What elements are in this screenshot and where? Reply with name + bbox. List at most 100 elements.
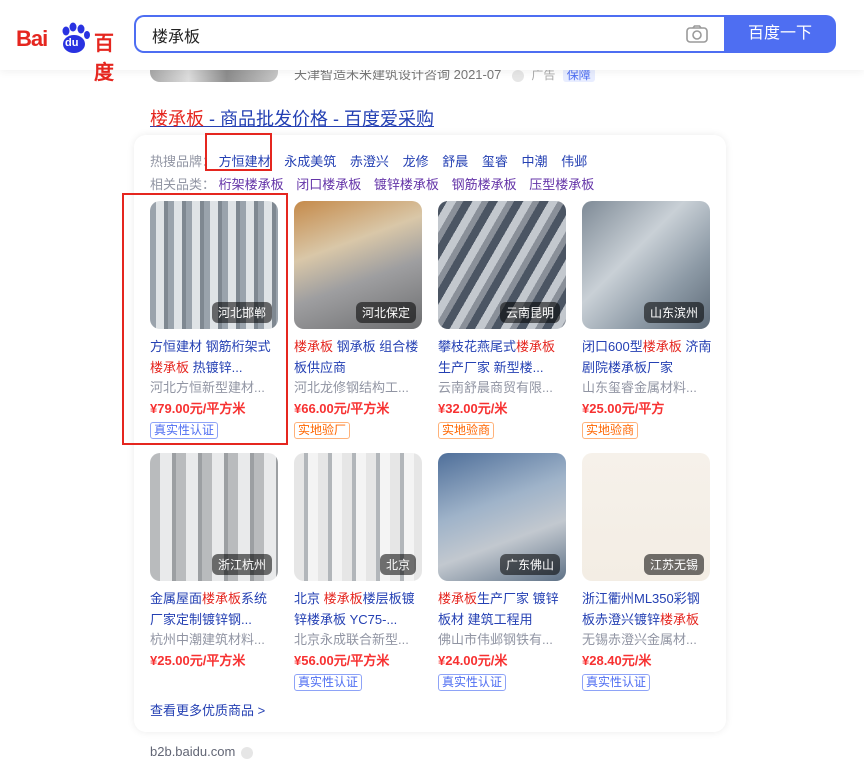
product-name-pre: 攀枝花燕尾式 xyxy=(438,339,517,354)
shop-name[interactable]: 河北龙修钢结构工... xyxy=(294,378,424,398)
source-url-text: b2b.baidu.com xyxy=(150,744,236,759)
certification-badge: 实地验厂 xyxy=(294,422,351,439)
product-tile[interactable]: 广东佛山 楼承板生产厂家 镀锌板材 建筑工程用 佛山市伟邺钢铁有... ¥24.… xyxy=(438,453,568,691)
brand-link[interactable]: 伟邺 xyxy=(561,154,587,169)
product-name[interactable]: 攀枝花燕尾式楼承板 生产厂家 新型楼... xyxy=(438,336,568,378)
location-tag: 河北邯郸 xyxy=(211,302,272,323)
category-link[interactable]: 闭口楼承板 xyxy=(296,177,361,192)
result-title-highlight: 楼承板 xyxy=(150,109,204,129)
product-name-highlight: 楼承板 xyxy=(294,339,334,354)
product-price: ¥25.00元/平方 xyxy=(582,401,665,416)
product-tile[interactable]: 浙江杭州 金属屋面楼承板系统厂家定制镀锌钢... 杭州中潮建筑材料... ¥25… xyxy=(150,453,280,672)
camera-icon[interactable] xyxy=(686,25,708,43)
related-label: 相关品类： xyxy=(150,177,216,192)
product-image[interactable]: 广东佛山 xyxy=(438,453,566,581)
logo-cn-text: 百度 xyxy=(94,33,114,84)
shop-name[interactable]: 无锡赤澄兴金属材... xyxy=(582,630,712,650)
annotation-box-brand xyxy=(205,133,272,171)
product-tile[interactable]: 云南昆明 攀枝花燕尾式楼承板 生产厂家 新型楼... 云南舒晨商贸有限... ¥… xyxy=(438,201,568,439)
brand-link[interactable]: 龙修 xyxy=(403,154,429,169)
search-box xyxy=(134,15,724,53)
ad-icon: 广告 xyxy=(531,68,556,82)
product-tile[interactable]: 北京 北京 楼承板楼层板镀锌楼承板 YC75-... 北京永成联合新型... ¥… xyxy=(294,453,424,691)
product-name-pre: 方恒建材 钢筋桁架式 xyxy=(150,339,271,354)
location-tag: 浙江杭州 xyxy=(211,554,272,575)
location-tag: 江苏无锡 xyxy=(643,554,704,575)
logo-du-text: du xyxy=(65,37,79,49)
product-name[interactable]: 北京 楼承板楼层板镀锌楼承板 YC75-... xyxy=(294,588,424,630)
product-name-pre: 闭口600型 xyxy=(582,339,643,354)
certification-badge: 真实性认证 xyxy=(150,422,219,439)
product-name[interactable]: 金属屋面楼承板系统厂家定制镀锌钢... xyxy=(150,588,280,630)
guarantee-badge: 保障 xyxy=(562,68,595,82)
product-name-highlight: 楼承板 xyxy=(660,612,700,627)
location-tag: 河北保定 xyxy=(355,302,416,323)
baidu-logo[interactable]: Bai du 百度 xyxy=(14,18,124,84)
product-price: ¥28.40元/米 xyxy=(582,653,652,668)
search-button[interactable]: 百度一下 xyxy=(724,15,836,53)
product-name[interactable]: 浙江衢州ML350彩钢板赤澄兴镀锌楼承板 xyxy=(582,588,712,630)
product-price: ¥25.00元/平方米 xyxy=(150,653,246,668)
product-name-pre: 金属屋面 xyxy=(150,591,203,606)
product-tile[interactable]: 河北邯郸 方恒建材 钢筋桁架式楼承板 热镀锌... 河北方恒新型建材... ¥7… xyxy=(150,201,280,439)
brand-link[interactable]: 舒晨 xyxy=(442,154,468,169)
product-name-post: 热镀锌... xyxy=(189,360,243,375)
product-name-post: 生产厂家 新型楼... xyxy=(438,360,544,375)
source-dropdown-icon[interactable] xyxy=(241,746,254,759)
product-image[interactable]: 云南昆明 xyxy=(438,201,566,329)
product-image[interactable]: 山东滨州 xyxy=(582,201,710,329)
shop-name[interactable]: 北京永成联合新型... xyxy=(294,630,424,650)
brand-link[interactable]: 玺睿 xyxy=(482,154,508,169)
search-input[interactable] xyxy=(150,17,674,53)
category-link[interactable]: 镀锌楼承板 xyxy=(374,177,439,192)
product-name[interactable]: 楼承板 钢承板 组合楼板供应商 xyxy=(294,336,424,378)
location-tag: 广东佛山 xyxy=(499,554,560,575)
product-image[interactable]: 浙江杭州 xyxy=(150,453,278,581)
brand-link[interactable]: 中潮 xyxy=(521,154,547,169)
shop-name[interactable]: 佛山市伟邺钢铁有... xyxy=(438,630,568,650)
certification-badge: 真实性认证 xyxy=(582,674,651,691)
product-image[interactable]: 北京 xyxy=(294,453,422,581)
product-name-highlight: 楼承板 xyxy=(150,360,190,375)
product-price: ¥56.00元/平方米 xyxy=(294,653,390,668)
logo-bai-text: Bai xyxy=(16,26,48,51)
shop-name[interactable]: 河北方恒新型建材... xyxy=(150,378,280,398)
category-link[interactable]: 桁架楼承板 xyxy=(219,177,284,192)
location-tag: 云南昆明 xyxy=(499,302,560,323)
category-link[interactable]: 钢筋楼承板 xyxy=(452,177,517,192)
shop-name[interactable]: 山东玺睿金属材料... xyxy=(582,378,712,398)
result-title-text: - 商品批发价格 - 百度爱采购 xyxy=(204,109,434,129)
shop-name[interactable]: 云南舒晨商贸有限... xyxy=(438,378,568,398)
product-name-highlight: 楼承板 xyxy=(642,339,682,354)
product-price: ¥79.00元/平方米 xyxy=(150,401,246,416)
product-price: ¥32.00元/米 xyxy=(438,401,508,416)
product-name-highlight: 楼承板 xyxy=(438,591,478,606)
product-name-pre: 北京 xyxy=(294,591,324,606)
product-name-highlight: 楼承板 xyxy=(516,339,556,354)
location-tag: 山东滨州 xyxy=(643,302,704,323)
product-image[interactable]: 河北保定 xyxy=(294,201,422,329)
product-tile[interactable]: 江苏无锡 浙江衢州ML350彩钢板赤澄兴镀锌楼承板 无锡赤澄兴金属材... ¥2… xyxy=(582,453,712,691)
product-tile[interactable]: 山东滨州 闭口600型楼承板 济南剧院楼承板厂家 山东玺睿金属材料... ¥25… xyxy=(582,201,712,439)
related-categories-row: 相关品类： 桁架楼承板 闭口楼承板 镀锌楼承板 钢筋楼承板 压型楼承板 xyxy=(150,174,603,193)
brand-link[interactable]: 赤澄兴 xyxy=(350,154,389,169)
product-name-highlight: 楼承板 xyxy=(323,591,363,606)
certification-badge: 实地验商 xyxy=(438,422,495,439)
brand-link[interactable]: 永成美筑 xyxy=(284,154,336,169)
product-price: ¥24.00元/米 xyxy=(438,653,508,668)
location-tag: 北京 xyxy=(379,554,416,575)
product-name[interactable]: 楼承板生产厂家 镀锌板材 建筑工程用 xyxy=(438,588,568,630)
certification-badge: 真实性认证 xyxy=(294,674,363,691)
top-header: Bai du 百度 百度一下 xyxy=(0,0,864,84)
product-image[interactable]: 江苏无锡 xyxy=(582,453,710,581)
product-name[interactable]: 方恒建材 钢筋桁架式楼承板 热镀锌... xyxy=(150,336,280,378)
result-title[interactable]: 楼承板 - 商品批发价格 - 百度爱采购 xyxy=(150,105,434,131)
dropdown-icon[interactable] xyxy=(512,69,524,82)
product-name[interactable]: 闭口600型楼承板 济南剧院楼承板厂家 xyxy=(582,336,712,378)
source-url[interactable]: b2b.baidu.com xyxy=(150,744,254,759)
category-link[interactable]: 压型楼承板 xyxy=(529,177,594,192)
shop-name[interactable]: 杭州中潮建筑材料... xyxy=(150,630,280,650)
product-image[interactable]: 河北邯郸 xyxy=(150,201,278,329)
more-products-link[interactable]: 查看更多优质商品 > xyxy=(150,700,265,719)
product-tile[interactable]: 河北保定 楼承板 钢承板 组合楼板供应商 河北龙修钢结构工... ¥66.00元… xyxy=(294,201,424,439)
